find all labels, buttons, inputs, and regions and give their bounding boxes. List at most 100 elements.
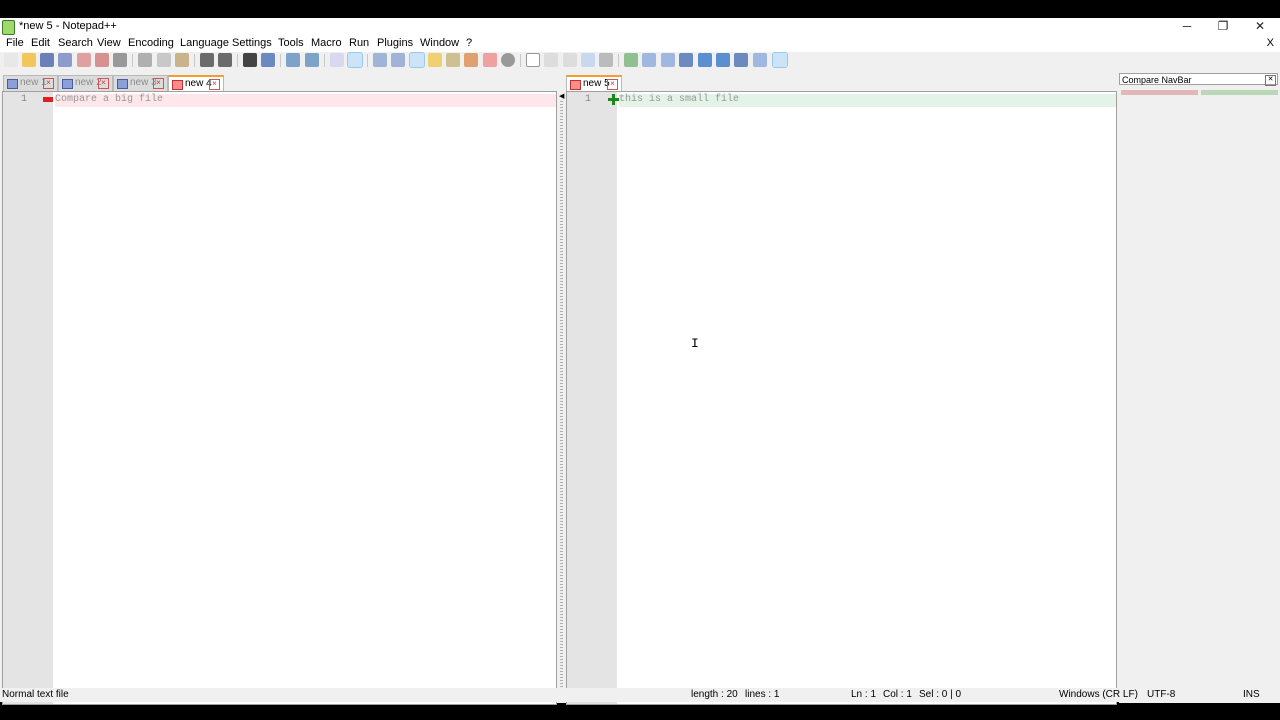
save-macro-icon[interactable] (599, 53, 613, 67)
tab-close-icon[interactable]: × (209, 79, 220, 90)
menu-settings[interactable]: Settings (232, 37, 272, 49)
window-title: *new 5 - Notepad++ (19, 20, 117, 32)
toolbar-separator (280, 54, 281, 67)
undo-icon[interactable] (200, 53, 214, 67)
replace-icon[interactable] (261, 53, 275, 67)
redo-icon[interactable] (218, 53, 232, 67)
toolbar-separator (367, 54, 368, 67)
line-number-gutter (567, 92, 617, 704)
sync-vertical-icon[interactable] (330, 53, 344, 67)
menu-encoding[interactable]: Encoding (128, 37, 174, 49)
menu-search[interactable]: Search (58, 37, 93, 49)
minimize-button[interactable]: ─ (1169, 18, 1205, 36)
compare-icon[interactable] (624, 53, 638, 67)
menu-bar: File Edit Search View Encoding Language … (0, 36, 1280, 52)
navigation-bar-icon[interactable] (661, 53, 675, 67)
status-encoding[interactable]: UTF-8 (1147, 689, 1175, 700)
spell-check-icon[interactable] (772, 52, 788, 68)
close-all-icon[interactable] (95, 53, 109, 67)
tab-new-2[interactable]: new 2 × (58, 75, 113, 91)
right-editor[interactable]: 1 this is a small file (566, 91, 1117, 705)
open-file-icon[interactable] (22, 53, 36, 67)
tab-close-icon[interactable]: × (153, 78, 164, 89)
indent-guide-icon[interactable] (409, 52, 425, 68)
status-line: Ln : 1 (851, 689, 877, 700)
paste-icon[interactable] (175, 53, 189, 67)
line-text: Compare a big file (55, 94, 164, 105)
navbar-close-icon[interactable]: ✕ (1265, 75, 1276, 86)
status-eol[interactable]: Windows (CR LF) (1059, 689, 1138, 700)
navbar-left-map[interactable] (1121, 90, 1198, 95)
play-macro-icon[interactable] (563, 53, 577, 67)
editor-line: 1 this is a small file (567, 94, 1116, 107)
menu-file[interactable]: File (6, 37, 24, 49)
record-macro-icon[interactable] (526, 53, 540, 67)
prev-diff-icon[interactable] (698, 53, 712, 67)
status-bar: Normal text file length : 20 lines : 1 L… (0, 688, 1280, 702)
zoom-in-icon[interactable] (286, 53, 300, 67)
menu-help[interactable]: ? (466, 37, 472, 49)
tab-close-icon[interactable]: × (607, 79, 618, 90)
splitter-left-arrow-icon[interactable]: ◀ (559, 92, 564, 100)
tab-new-3[interactable]: new 3 × (113, 75, 168, 91)
print-icon[interactable] (113, 53, 127, 67)
stop-record-icon[interactable] (544, 53, 558, 67)
sync-horizontal-icon[interactable] (347, 52, 363, 68)
copy-icon[interactable] (157, 53, 171, 67)
new-file-icon[interactable] (4, 53, 18, 67)
title-bar: *new 5 - Notepad++ ─ ❐ ✕ (0, 18, 1280, 36)
menu-tools[interactable]: Tools (278, 37, 304, 49)
last-diff-icon[interactable] (734, 53, 748, 67)
doc-map-icon[interactable] (428, 53, 442, 67)
right-tab-bar: new 5 × (566, 75, 1116, 91)
close-window-button[interactable]: ✕ (1242, 18, 1278, 36)
status-column: Col : 1 (883, 689, 912, 700)
navbar-right-map[interactable] (1201, 90, 1278, 95)
menu-plugins[interactable]: Plugins (377, 37, 413, 49)
zoom-out-icon[interactable] (305, 53, 319, 67)
editor-line: 1 Compare a big file (3, 94, 556, 107)
document-icon (7, 79, 18, 89)
function-list-icon[interactable] (446, 53, 460, 67)
splitter-grip[interactable] (560, 101, 563, 691)
close-document-button[interactable]: X (1267, 37, 1274, 49)
monitoring-icon[interactable] (501, 53, 515, 67)
line-number-gutter (3, 92, 53, 704)
next-diff-icon[interactable] (716, 53, 730, 67)
run-macro-multiple-icon[interactable] (581, 53, 595, 67)
clear-compare-icon[interactable] (642, 53, 656, 67)
tab-close-icon[interactable]: × (43, 78, 54, 89)
menu-window[interactable]: Window (420, 37, 459, 49)
find-icon[interactable] (243, 53, 257, 67)
show-all-chars-icon[interactable] (391, 53, 405, 67)
tab-close-icon[interactable]: × (98, 78, 109, 89)
menu-macro[interactable]: Macro (311, 37, 342, 49)
menu-view[interactable]: View (97, 37, 121, 49)
status-selection: Sel : 0 | 0 (919, 689, 962, 700)
save-icon[interactable] (40, 53, 54, 67)
menu-run[interactable]: Run (349, 37, 369, 49)
close-icon[interactable] (77, 53, 91, 67)
tab-new-1[interactable]: new 1 × (3, 75, 58, 91)
document-icon (117, 79, 128, 89)
cut-icon[interactable] (138, 53, 152, 67)
folder-workspace-icon[interactable] (464, 53, 478, 67)
menu-edit[interactable]: Edit (31, 37, 50, 49)
added-line-icon (608, 94, 619, 105)
word-wrap-icon[interactable] (373, 53, 387, 67)
compare-settings-icon[interactable] (753, 53, 767, 67)
restore-button[interactable]: ❐ (1205, 18, 1241, 36)
tab-label: new 5 (583, 78, 610, 89)
tab-new-5[interactable]: new 5 × (566, 75, 622, 91)
save-all-icon[interactable] (58, 53, 72, 67)
tab-new-4[interactable]: new 4 × (168, 75, 224, 91)
left-editor[interactable]: 1 Compare a big file (2, 91, 557, 705)
line-number: 1 (21, 94, 28, 105)
first-diff-icon[interactable] (679, 53, 693, 67)
pane-splitter[interactable]: ◀ ▶ (557, 91, 566, 703)
status-insert-mode[interactable]: INS (1243, 689, 1260, 700)
doc-switcher-icon[interactable] (483, 53, 497, 67)
menu-language[interactable]: Language (180, 37, 229, 49)
status-file-type: Normal text file (2, 689, 69, 700)
line-text: this is a small file (619, 94, 740, 105)
